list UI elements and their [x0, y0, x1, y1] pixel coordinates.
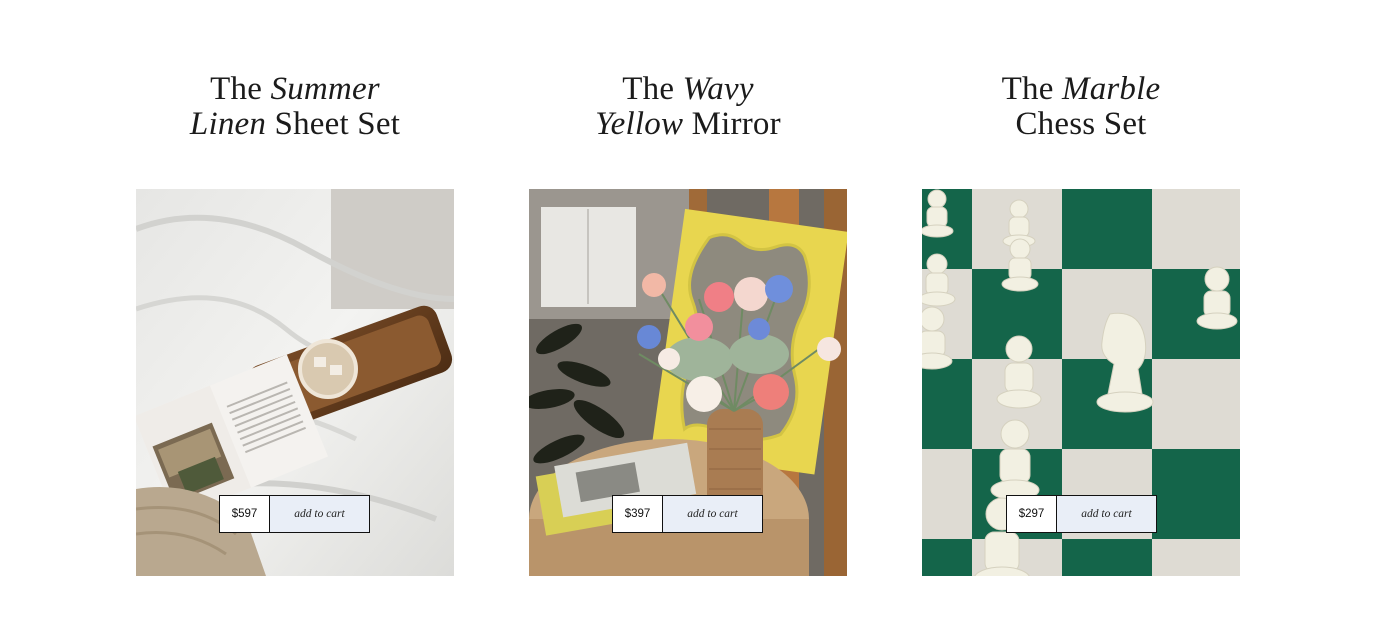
add-to-cart-button[interactable]: $397 add to cart [612, 495, 763, 533]
price-label: $597 [220, 496, 270, 532]
price-label: $297 [1007, 496, 1057, 532]
add-to-cart-label: add to cart [663, 496, 762, 532]
add-to-cart-button[interactable]: $297 add to cart [1006, 495, 1157, 533]
product-title[interactable]: The Marble Chess Set [882, 72, 1280, 142]
product-title[interactable]: The Summer Linen Sheet Set [96, 72, 494, 142]
product-title[interactable]: The Wavy Yellow Mirror [489, 72, 887, 142]
price-label: $397 [613, 496, 663, 532]
add-to-cart-button[interactable]: $597 add to cart [219, 495, 370, 533]
add-to-cart-label: add to cart [1057, 496, 1156, 532]
add-to-cart-label: add to cart [270, 496, 369, 532]
